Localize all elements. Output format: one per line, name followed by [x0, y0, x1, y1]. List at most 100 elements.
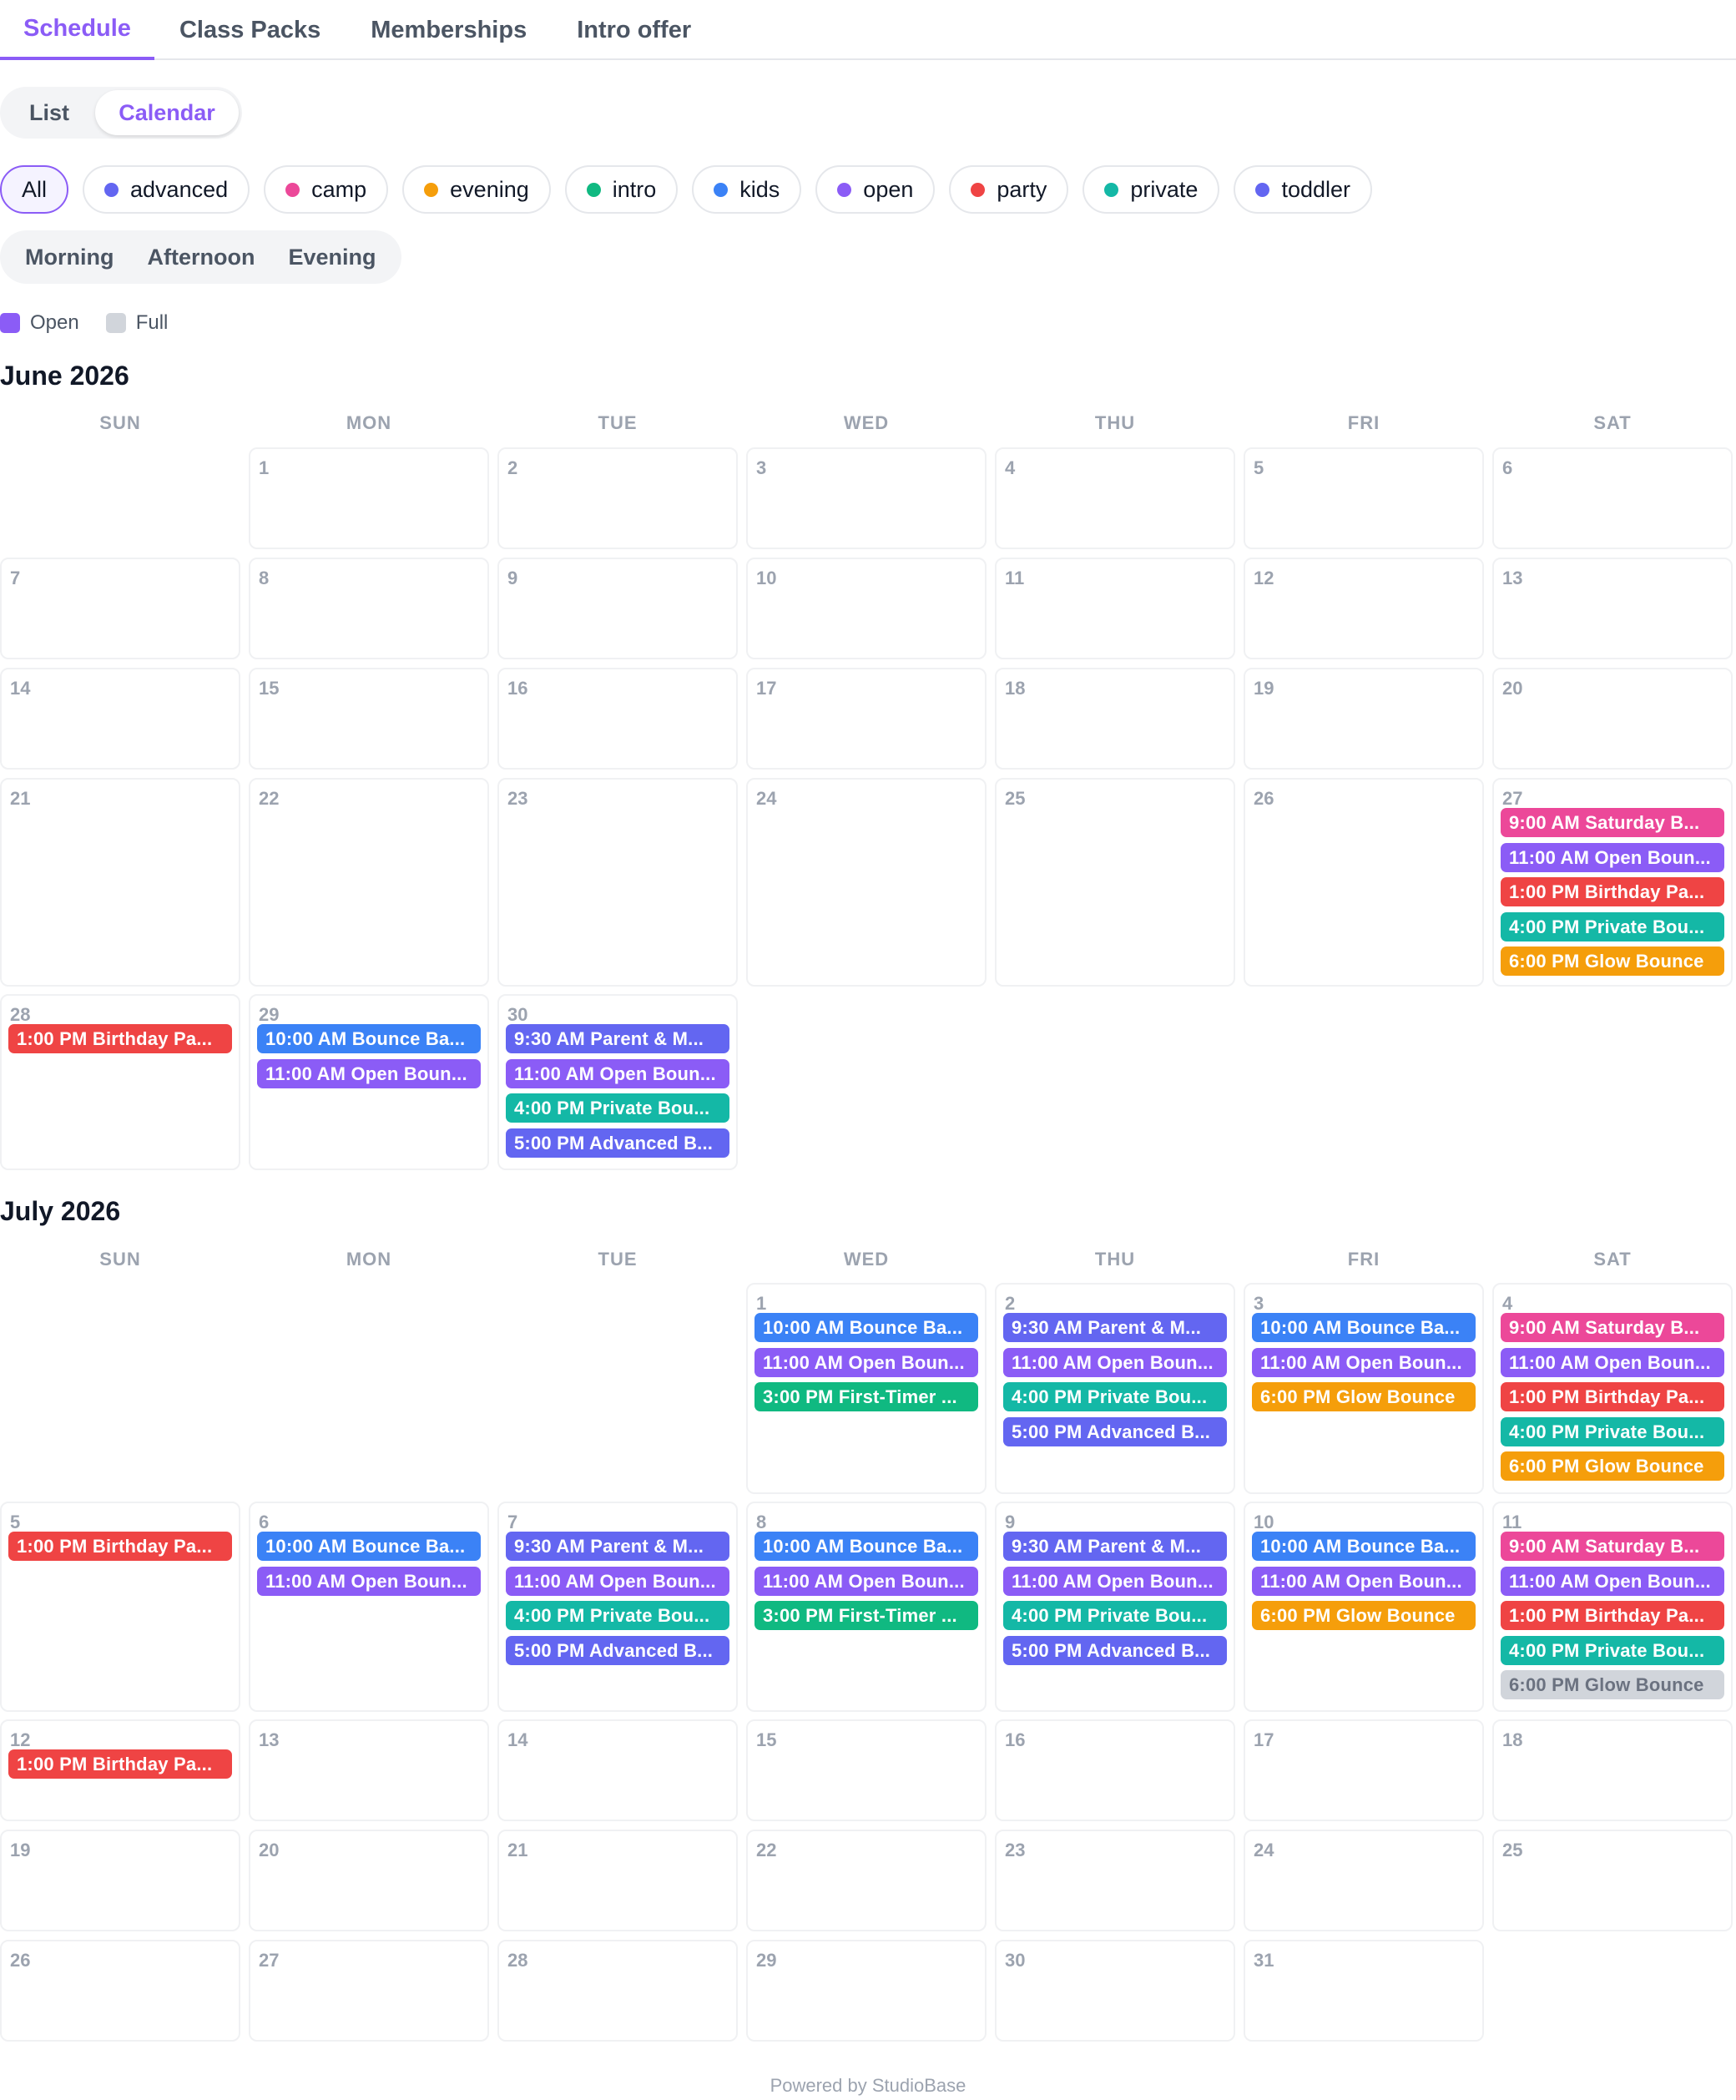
class-event-full[interactable]: 6:00 PM Glow Bounce: [1501, 1670, 1724, 1699]
class-event-evening[interactable]: 6:00 PM Glow Bounce: [1501, 1451, 1724, 1481]
class-event-kids[interactable]: 10:00 AM Bounce Ba...: [257, 1532, 481, 1561]
weekday-thu: THU: [1094, 1249, 1136, 1270]
class-event-camp[interactable]: 9:00 AM Saturday B...: [1501, 1532, 1724, 1561]
class-event-party[interactable]: 1:00 PM Birthday Pa...: [8, 1532, 232, 1561]
class-event-open[interactable]: 11:00 AM Open Boun...: [1252, 1566, 1476, 1596]
class-event-private[interactable]: 4:00 PM Private Bou...: [1501, 1416, 1724, 1446]
class-event-private[interactable]: 4:00 PM Private Bou...: [506, 1601, 729, 1630]
filter-chip-label: private: [1130, 176, 1199, 202]
filter-chip-camp[interactable]: camp: [264, 165, 389, 214]
class-event-open[interactable]: 11:00 AM Open Boun...: [1501, 1566, 1724, 1596]
filter-dot-toddler: [1255, 182, 1270, 197]
weekday-sun: SUN: [99, 1249, 141, 1270]
class-event-intro[interactable]: 3:00 PM First-Timer ...: [754, 1601, 978, 1630]
class-event-advanced[interactable]: 9:30 AM Parent & M...: [506, 1024, 729, 1053]
tab-schedule[interactable]: Schedule: [0, 0, 154, 60]
calendar-day-cell: 21: [497, 1830, 738, 1931]
class-event-party[interactable]: 1:00 PM Birthday Pa...: [8, 1024, 232, 1053]
tab-intro-offer[interactable]: Intro offer: [552, 0, 716, 60]
day-number: 30: [507, 1004, 528, 1025]
day-number: 5: [10, 1512, 21, 1532]
filter-chip-party[interactable]: party: [949, 165, 1069, 214]
legend-open: Open: [0, 311, 79, 335]
day-number: 11: [1005, 568, 1025, 588]
weekday-header: SUN MON TUE WED THU FRI SAT: [0, 1249, 1736, 1274]
filter-chip-all[interactable]: All: [0, 165, 69, 214]
class-event-camp[interactable]: 9:00 AM Saturday B...: [1501, 1313, 1724, 1342]
evening-filter-button[interactable]: Evening: [271, 230, 392, 284]
class-event-kids[interactable]: 10:00 AM Bounce Ba...: [257, 1024, 481, 1053]
filter-chip-label: All: [22, 176, 48, 202]
tab-memberships[interactable]: Memberships: [346, 0, 552, 60]
class-event-kids[interactable]: 10:00 AM Bounce Ba...: [754, 1313, 978, 1342]
class-event-kids[interactable]: 10:00 AM Bounce Ba...: [754, 1532, 978, 1561]
class-event-kids[interactable]: 10:00 AM Bounce Ba...: [1252, 1532, 1476, 1561]
list-view-button[interactable]: List: [3, 90, 95, 135]
class-event-advanced[interactable]: 5:00 PM Advanced B...: [1003, 1416, 1227, 1446]
class-event-party[interactable]: 1:00 PM Birthday Pa...: [1501, 877, 1724, 906]
day-events: 9:30 AM Parent & M... 11:00 AM Open Boun.…: [506, 1532, 729, 1670]
day-number: 25: [1502, 1840, 1523, 1860]
class-event-advanced[interactable]: 9:30 AM Parent & M...: [506, 1532, 729, 1561]
class-event-evening[interactable]: 6:00 PM Glow Bounce: [1501, 947, 1724, 976]
class-event-party[interactable]: 1:00 PM Birthday Pa...: [1501, 1601, 1724, 1630]
class-event-open[interactable]: 11:00 AM Open Boun...: [1003, 1566, 1227, 1596]
class-event-private[interactable]: 4:00 PM Private Bou...: [1003, 1382, 1227, 1411]
filter-chip-evening[interactable]: evening: [402, 165, 551, 214]
class-event-advanced[interactable]: 5:00 PM Advanced B...: [506, 1635, 729, 1665]
class-event-evening[interactable]: 6:00 PM Glow Bounce: [1252, 1382, 1476, 1411]
day-number: 20: [1502, 678, 1523, 699]
filter-chip-private[interactable]: private: [1082, 165, 1220, 214]
class-event-open[interactable]: 11:00 AM Open Boun...: [1501, 1347, 1724, 1377]
class-event-private[interactable]: 4:00 PM Private Bou...: [506, 1093, 729, 1123]
class-event-private[interactable]: 4:00 PM Private Bou...: [1003, 1601, 1227, 1630]
day-number: 4: [1005, 457, 1016, 478]
class-event-advanced[interactable]: 9:30 AM Parent & M...: [1003, 1313, 1227, 1342]
class-event-open[interactable]: 11:00 AM Open Boun...: [1252, 1347, 1476, 1377]
day-number: 17: [756, 678, 777, 699]
day-number: 16: [1005, 1729, 1026, 1750]
class-event-open[interactable]: 11:00 AM Open Boun...: [754, 1347, 978, 1377]
class-event-party[interactable]: 1:00 PM Birthday Pa...: [8, 1749, 232, 1779]
class-event-evening[interactable]: 6:00 PM Glow Bounce: [1252, 1601, 1476, 1630]
filter-chip-toddler[interactable]: toddler: [1234, 165, 1373, 214]
calendar-view-button[interactable]: Calendar: [95, 90, 239, 135]
class-event-open[interactable]: 11:00 AM Open Boun...: [257, 1058, 481, 1088]
day-number: 16: [507, 678, 528, 699]
filter-chip-intro[interactable]: intro: [564, 165, 679, 214]
tab-class-packs[interactable]: Class Packs: [154, 0, 346, 60]
class-event-open[interactable]: 11:00 AM Open Boun...: [506, 1566, 729, 1596]
day-number: 5: [1254, 457, 1264, 478]
class-event-party[interactable]: 1:00 PM Birthday Pa...: [1501, 1382, 1724, 1411]
class-event-open[interactable]: 11:00 AM Open Boun...: [506, 1058, 729, 1088]
filter-chip-advanced[interactable]: advanced: [83, 165, 250, 214]
class-event-camp[interactable]: 9:00 AM Saturday B...: [1501, 808, 1724, 837]
morning-filter-button[interactable]: Morning: [8, 230, 130, 284]
class-event-open[interactable]: 11:00 AM Open Boun...: [257, 1566, 481, 1596]
day-number: 24: [756, 788, 777, 809]
filter-chip-kids[interactable]: kids: [692, 165, 802, 214]
calendar-day-cell: 9 9:30 AM Parent & M... 11:00 AM Open Boun…: [995, 1502, 1235, 1712]
class-event-open[interactable]: 11:00 AM Open Boun...: [1501, 842, 1724, 872]
calendar-day-cell: 27 9:00 AM Saturday B... 11:00 AM Open Bou…: [1492, 778, 1733, 987]
afternoon-filter-button[interactable]: Afternoon: [130, 230, 271, 284]
class-event-open[interactable]: 11:00 AM Open Boun...: [754, 1566, 978, 1596]
calendar-day-cell: 6: [1492, 447, 1733, 549]
weekday-wed: WED: [843, 1249, 890, 1270]
day-number: 21: [507, 1840, 528, 1860]
class-event-open[interactable]: 11:00 AM Open Boun...: [1003, 1347, 1227, 1377]
day-number: 2: [507, 457, 518, 478]
class-event-advanced[interactable]: 5:00 PM Advanced B...: [506, 1128, 729, 1158]
class-event-private[interactable]: 4:00 PM Private Bou...: [1501, 1635, 1724, 1665]
class-event-intro[interactable]: 3:00 PM First-Timer ...: [754, 1382, 978, 1411]
day-events: 1:00 PM Birthday Pa...: [8, 1532, 232, 1567]
day-number: 6: [1502, 457, 1513, 478]
calendar-day-cell: 28: [497, 1940, 738, 2042]
class-event-advanced[interactable]: 5:00 PM Advanced B...: [1003, 1635, 1227, 1665]
filter-chip-open[interactable]: open: [815, 165, 936, 214]
calendar-day-cell: 13: [249, 1719, 489, 1821]
class-event-kids[interactable]: 10:00 AM Bounce Ba...: [1252, 1313, 1476, 1342]
class-event-private[interactable]: 4:00 PM Private Bou...: [1501, 911, 1724, 941]
class-event-advanced[interactable]: 9:30 AM Parent & M...: [1003, 1532, 1227, 1561]
filter-chip-label: open: [863, 176, 914, 202]
